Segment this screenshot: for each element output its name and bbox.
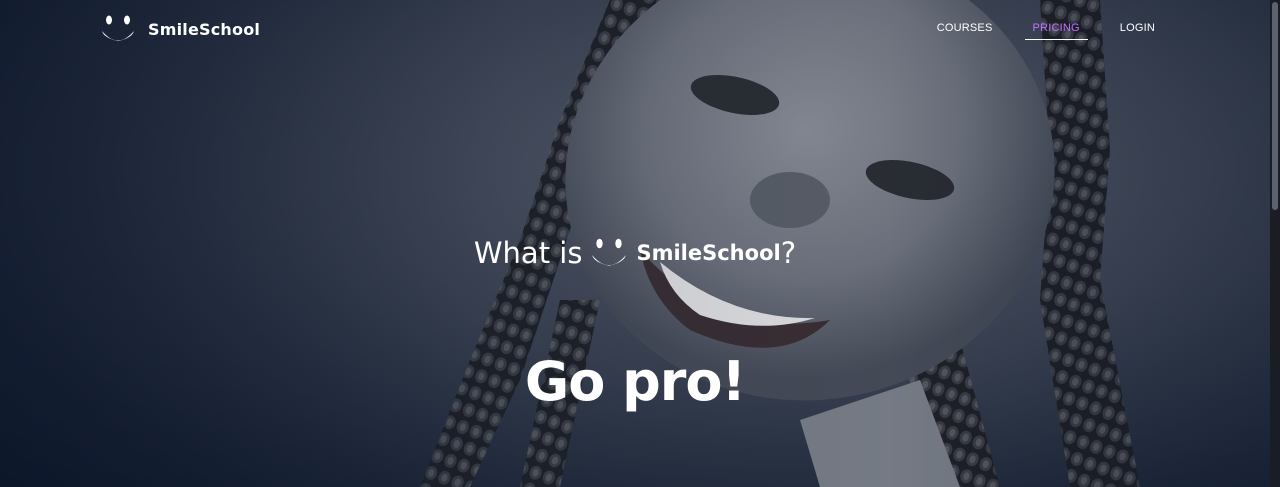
question-prefix: What is (473, 236, 583, 270)
hero-section: SmileSchool COURSES PRICING LOGIN What i… (0, 0, 1270, 487)
question-suffix: ? (780, 236, 797, 270)
nav-links: COURSES PRICING LOGIN (929, 20, 1163, 40)
brand-logo-link[interactable]: SmileSchool (100, 14, 260, 44)
nav-pricing[interactable]: PRICING (1024, 20, 1088, 40)
question-brand: SmileSchool (636, 241, 781, 265)
nav-login[interactable]: LOGIN (1112, 20, 1163, 40)
nav-courses[interactable]: COURSES (929, 20, 1001, 40)
hero-headline: Go pro! (524, 350, 746, 413)
scrollbar-thumb[interactable] (1272, 2, 1278, 210)
hero-question: What is SmileSchool ? (0, 236, 1270, 270)
brand-name: SmileSchool (148, 19, 261, 39)
smile-logo-icon (102, 15, 134, 41)
page-scrollbar[interactable] (1270, 0, 1280, 487)
smile-logo-icon (592, 238, 627, 266)
top-navbar: SmileSchool COURSES PRICING LOGIN (0, 0, 1270, 60)
